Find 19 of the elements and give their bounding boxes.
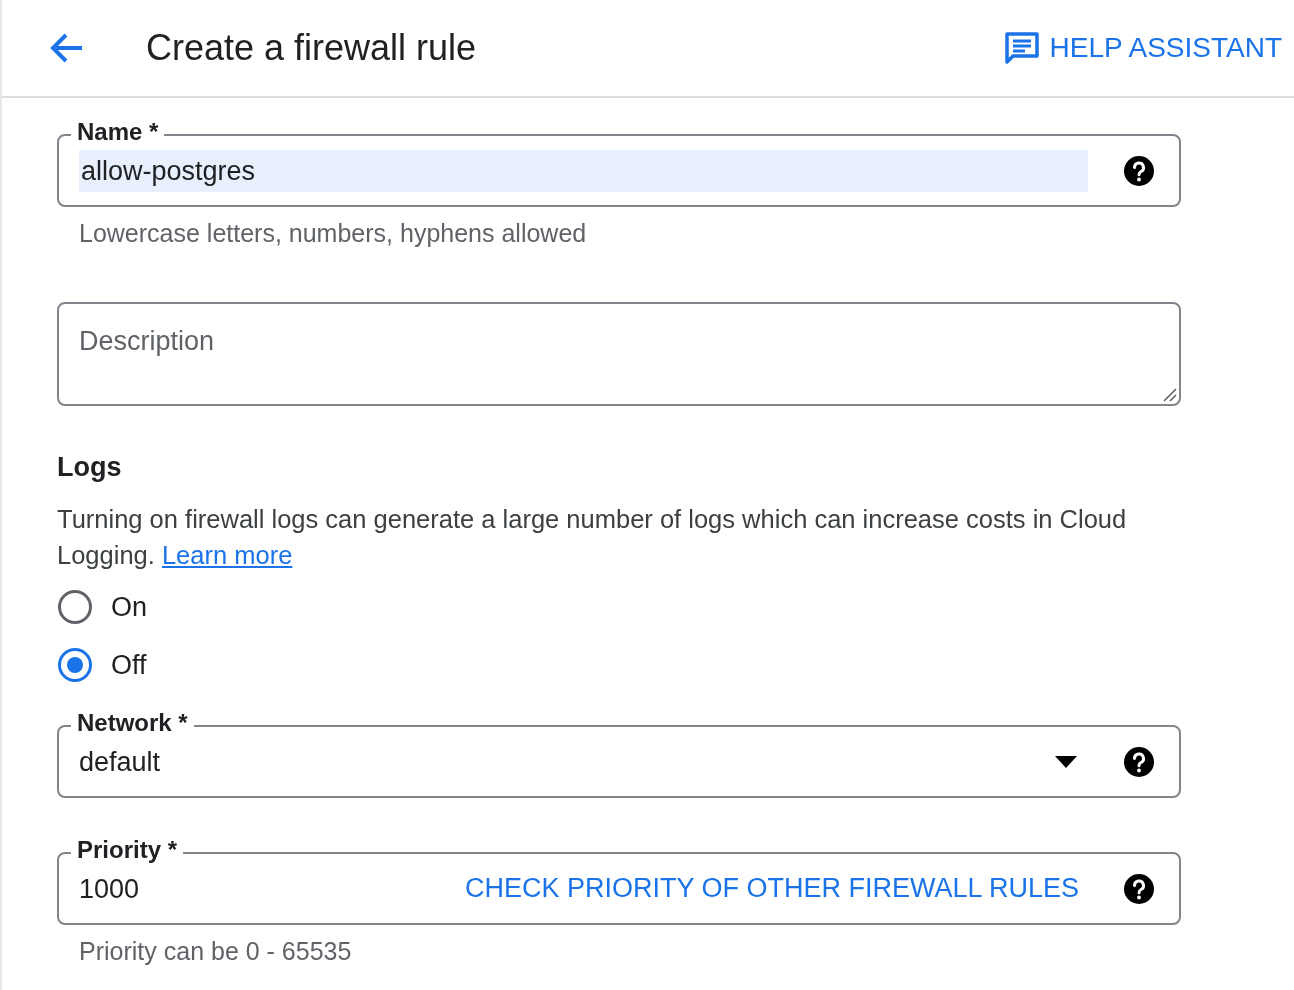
field-value: default	[79, 745, 162, 779]
help-icon[interactable]	[1123, 745, 1155, 778]
help-icon[interactable]	[1123, 872, 1155, 905]
help-icon[interactable]	[1123, 154, 1155, 187]
section-heading: Logs	[57, 452, 123, 483]
page-title: Create a firewall rule	[146, 27, 478, 69]
field-hint: Lowercase letters, numbers, hyphens allowed	[79, 219, 588, 248]
field-value: allow-postgres	[79, 149, 1088, 192]
radio-option[interactable]: On	[57, 583, 1181, 631]
radio-option[interactable]: Off	[57, 641, 1181, 689]
help-assistant-button[interactable]: HELP ASSISTANT	[1003, 31, 1282, 65]
logs-description: Turning on firewall logs can generate a large number of logs which can increase costs in Cloud Logging. Learn more	[57, 504, 1128, 571]
dropdown-caret-icon	[1055, 755, 1077, 768]
learn-more-link[interactable]: Learn more	[161, 541, 293, 569]
description-field[interactable]: Description	[57, 302, 1181, 406]
chat-icon	[1003, 31, 1040, 65]
check-priority-button[interactable]: CHECK PRIORITY OF OTHER FIREWALL RULES	[464, 873, 1079, 904]
field-hint: Priority can be 0 - 65535	[79, 937, 353, 966]
field-value: 1000	[79, 872, 141, 906]
